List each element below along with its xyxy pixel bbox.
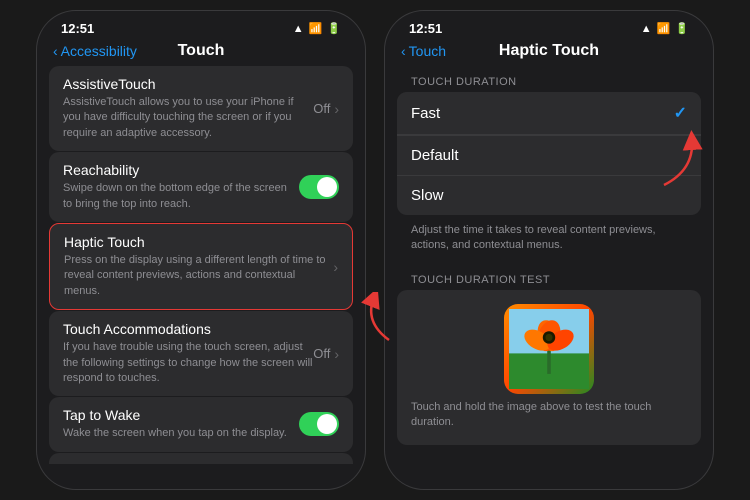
reachability-toggle[interactable]: [299, 175, 339, 199]
assistive-touch-value: Off: [313, 101, 330, 116]
right-wifi-icon: 📶: [657, 22, 671, 35]
assistive-touch-inner: AssistiveTouch AssistiveTouch allows you…: [63, 76, 313, 141]
touch-accommodations-chevron: ›: [334, 346, 339, 362]
reachability-inner: Reachability Swipe down on the bottom ed…: [63, 162, 299, 212]
haptic-touch-right: ›: [333, 259, 338, 275]
touch-accommodations-desc: If you have trouble using the touch scre…: [63, 340, 313, 386]
assistive-touch-label: AssistiveTouch: [63, 76, 313, 92]
left-time: 12:51: [61, 21, 94, 36]
signal-icon: ▲: [293, 23, 304, 35]
right-red-arrow: [654, 130, 704, 190]
left-content: AssistiveTouch AssistiveTouch allows you…: [37, 66, 365, 464]
assistive-touch-chevron: ›: [334, 101, 339, 117]
right-battery-icon: 🔋: [675, 22, 689, 35]
left-back-label: Accessibility: [61, 43, 137, 59]
shake-to-undo-item[interactable]: Shake to Undo If you tend to shake your …: [49, 453, 353, 464]
tap-to-wake-desc: Wake the screen when you tap on the disp…: [63, 426, 299, 441]
touch-test-container: Touch and hold the image above to test t…: [397, 290, 701, 445]
touch-accommodations-value: Off: [313, 346, 330, 361]
left-phone: 12:51 ▲ 📶 🔋 ‹ Accessibility Touch Assist…: [36, 10, 366, 490]
left-red-arrow: [354, 292, 394, 342]
tap-to-wake-inner: Tap to Wake Wake the screen when you tap…: [63, 407, 299, 441]
haptic-touch-desc: Press on the display using a different l…: [64, 253, 333, 299]
reachability-desc: Swipe down on the bottom edge of the scr…: [63, 181, 299, 212]
right-chevron-left-icon: ‹: [401, 43, 406, 59]
tap-to-wake-item[interactable]: Tap to Wake Wake the screen when you tap…: [49, 397, 353, 451]
reachability-item[interactable]: Reachability Swipe down on the bottom ed…: [49, 152, 353, 222]
touch-accommodations-label: Touch Accommodations: [63, 321, 313, 337]
tap-to-wake-label: Tap to Wake: [63, 407, 299, 423]
left-phone-wrapper: 12:51 ▲ 📶 🔋 ‹ Accessibility Touch Assist…: [36, 10, 366, 490]
right-nav-bar: ‹ Touch Haptic Touch: [385, 40, 713, 66]
reachability-label: Reachability: [63, 162, 299, 178]
slow-label: Slow: [411, 187, 444, 204]
touch-duration-desc: Adjust the time it takes to reveal conte…: [397, 219, 701, 264]
haptic-touch-inner: Haptic Touch Press on the display using …: [64, 234, 333, 299]
test-flower-image[interactable]: [504, 304, 594, 394]
flower-svg: [509, 309, 589, 389]
left-nav-bar: ‹ Accessibility Touch: [37, 40, 365, 66]
default-label: Default: [411, 147, 459, 164]
touch-duration-header: TOUCH DURATION: [397, 66, 701, 92]
right-back-button[interactable]: ‹ Touch: [401, 43, 446, 59]
assistive-touch-item[interactable]: AssistiveTouch AssistiveTouch allows you…: [49, 66, 353, 151]
right-status-icons: ▲ 📶 🔋: [641, 22, 689, 35]
fast-label: Fast: [411, 105, 440, 122]
right-content: TOUCH DURATION Fast ✓ Default Slow Adjus…: [385, 66, 713, 464]
haptic-touch-item[interactable]: Haptic Touch Press on the display using …: [49, 223, 353, 310]
right-nav-title: Haptic Touch: [499, 42, 599, 60]
shake-to-undo-label: Shake to Undo: [63, 463, 299, 464]
left-back-button[interactable]: ‹ Accessibility: [53, 43, 137, 59]
tap-to-wake-toggle-knob: [317, 414, 337, 434]
right-phone-wrapper: 12:51 ▲ 📶 🔋 ‹ Touch Haptic Touch TOUCH D…: [384, 10, 714, 490]
right-signal-icon: ▲: [641, 23, 652, 35]
test-label: Touch and hold the image above to test t…: [411, 400, 687, 431]
fast-checkmark: ✓: [674, 103, 687, 123]
fast-item[interactable]: Fast ✓: [397, 92, 701, 135]
touch-accommodations-item[interactable]: Touch Accommodations If you have trouble…: [49, 311, 353, 396]
battery-icon: 🔋: [327, 22, 341, 35]
haptic-touch-label: Haptic Touch: [64, 234, 333, 250]
left-nav-title: Touch: [178, 42, 225, 60]
left-status-bar: 12:51 ▲ 📶 🔋: [37, 11, 365, 40]
haptic-touch-chevron: ›: [333, 259, 338, 275]
touch-accommodations-right: Off ›: [313, 346, 339, 362]
reachability-toggle-knob: [317, 177, 337, 197]
tap-to-wake-toggle[interactable]: [299, 412, 339, 436]
right-status-bar: 12:51 ▲ 📶 🔋: [385, 11, 713, 40]
right-phone: 12:51 ▲ 📶 🔋 ‹ Touch Haptic Touch TOUCH D…: [384, 10, 714, 490]
left-status-icons: ▲ 📶 🔋: [293, 22, 341, 35]
right-back-label: Touch: [409, 43, 446, 59]
assistive-touch-desc: AssistiveTouch allows you to use your iP…: [63, 95, 313, 141]
right-time: 12:51: [409, 21, 442, 36]
touch-accommodations-inner: Touch Accommodations If you have trouble…: [63, 321, 313, 386]
assistive-touch-right: Off ›: [313, 101, 339, 117]
touch-duration-test-header: TOUCH DURATION TEST: [397, 264, 701, 290]
shake-to-undo-inner: Shake to Undo If you tend to shake your …: [63, 463, 299, 464]
chevron-left-icon: ‹: [53, 43, 58, 59]
wifi-icon: 📶: [309, 22, 323, 35]
